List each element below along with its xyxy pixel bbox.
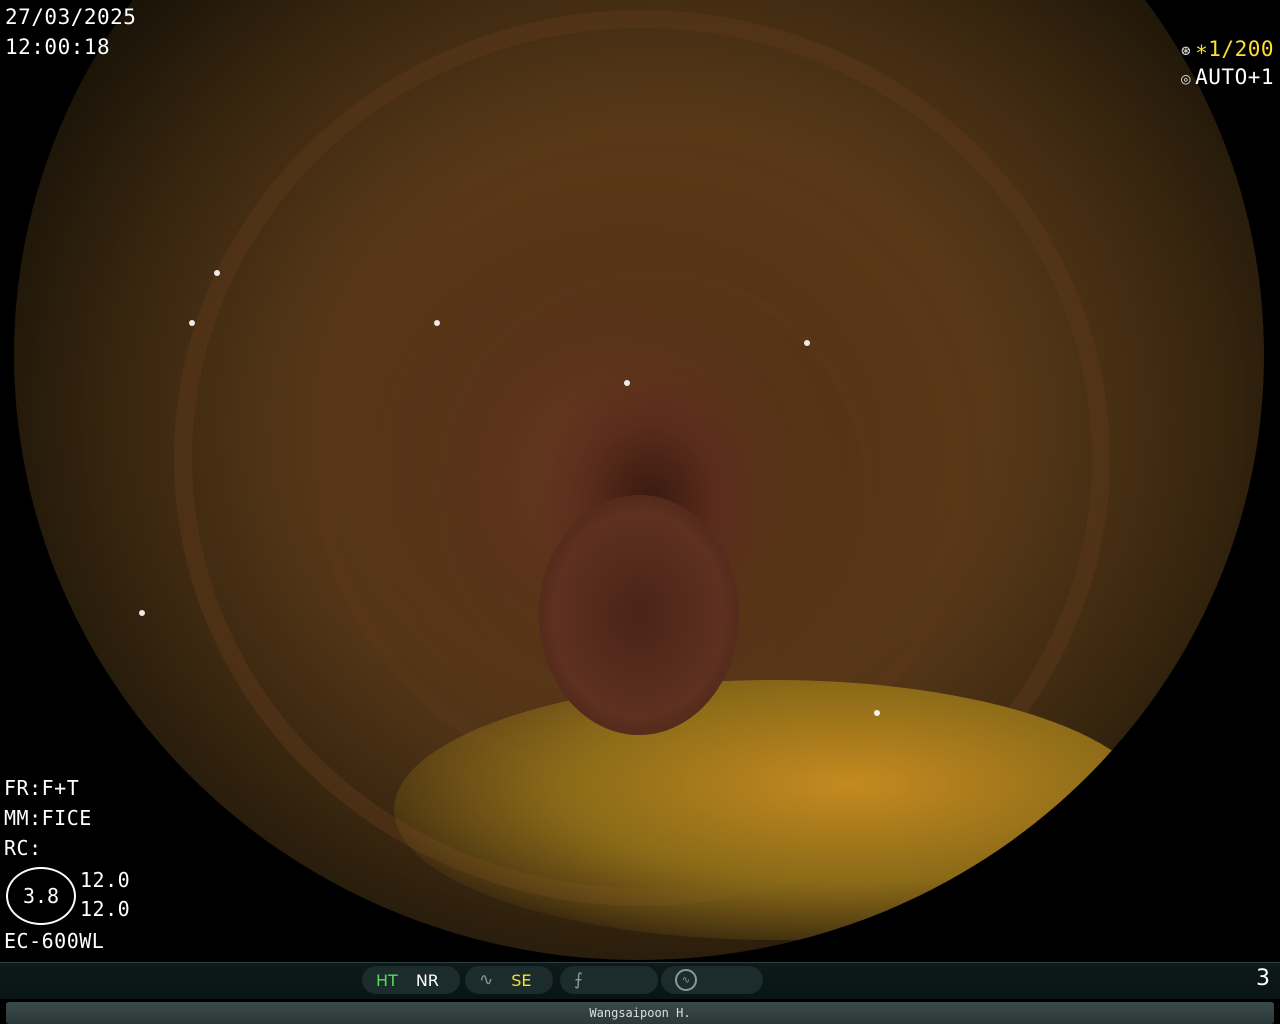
value-bottom: 12.0	[80, 897, 131, 921]
se-indicator[interactable]: SE	[511, 971, 531, 990]
endoscope-image	[14, 0, 1264, 960]
value-top: 12.0	[80, 868, 131, 892]
page-number: 3	[1256, 966, 1270, 991]
iris-icon: ◎	[1181, 69, 1192, 88]
light-reflection	[214, 270, 220, 276]
exam-time: 12:00:18	[5, 35, 111, 59]
rc-label: RC:	[4, 836, 42, 860]
light-reflection	[1104, 800, 1110, 806]
light-reflection	[624, 380, 630, 386]
function-pill[interactable]: ⨍	[560, 966, 658, 994]
ht-nr-pill[interactable]: HT NR	[362, 966, 460, 994]
shutter-value: ∗1/200	[1195, 37, 1274, 61]
bile-fluid	[394, 680, 1154, 940]
lumen	[539, 495, 739, 735]
light-reflection	[434, 320, 440, 326]
light-reflection	[189, 320, 195, 326]
light-reflection	[874, 710, 880, 716]
frame-mode: FR:F+T	[4, 776, 80, 800]
light-reflection	[804, 340, 810, 346]
mode-pill[interactable]: ∿	[661, 966, 763, 994]
nr-indicator[interactable]: NR	[416, 971, 439, 990]
patient-name: Wangsaipoon H.	[589, 1006, 691, 1020]
shutter-icon: ⊛	[1181, 41, 1192, 60]
scope-model: EC-600WL	[4, 929, 105, 953]
ring-indicator: 3.8	[6, 867, 76, 925]
mode-icon: ∿	[675, 969, 697, 991]
function-icon: ⨍	[574, 970, 583, 990]
exposure-mode: ◎ AUTO+1	[1181, 62, 1274, 94]
exposure-value: AUTO+1	[1195, 65, 1274, 89]
light-reflection	[139, 610, 145, 616]
se-pill[interactable]: ∿ SE	[465, 966, 553, 994]
exam-date: 27/03/2025	[5, 5, 137, 29]
ring-value: 3.8	[22, 884, 60, 908]
wave-icon: ∿	[479, 970, 494, 990]
image-mode: MM:FICE	[4, 806, 92, 830]
ht-indicator[interactable]: HT	[376, 971, 398, 990]
patient-name-bar: Wangsaipoon H.	[6, 1002, 1274, 1024]
light-reflection	[954, 940, 964, 950]
